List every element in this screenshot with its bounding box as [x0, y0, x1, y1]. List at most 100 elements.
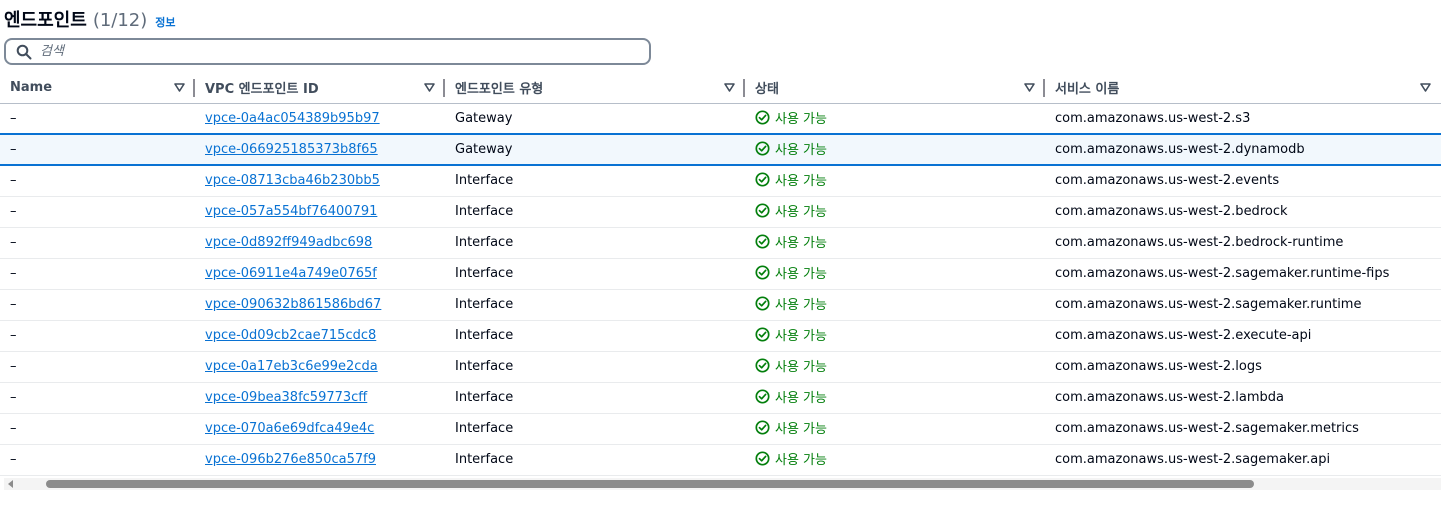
- table-row[interactable]: – vpce-0a17eb3c6e99e2cda Interface 사용 가능 com…: [0, 351, 1441, 383]
- table-row[interactable]: – vpce-06911e4a749e0765f Interface 사용 가능 com…: [0, 258, 1441, 290]
- endpoint-id-link[interactable]: vpce-0a4ac054389b95b97: [205, 111, 380, 126]
- endpoint-id-link[interactable]: vpce-08713cba46b230bb5: [205, 173, 380, 188]
- endpoint-id-link[interactable]: vpce-0d09cb2cae715cdc8: [205, 328, 376, 343]
- status-success-icon: [755, 420, 770, 435]
- scroll-left-arrow-icon[interactable]: [8, 480, 13, 488]
- table-row[interactable]: – vpce-08713cba46b230bb5 Interface 사용 가능 com…: [0, 165, 1441, 197]
- column-header-label: 서비스 이름: [1055, 82, 1120, 98]
- cell-endpoint-id: vpce-096b276e850ca57f9: [195, 444, 445, 476]
- cell-endpoint-id: vpce-0d09cb2cae715cdc8: [195, 320, 445, 352]
- status-label: 사용 가능: [775, 360, 827, 375]
- cell-endpoint-type: Interface: [445, 351, 745, 383]
- status-indicator: 사용 가능: [755, 387, 827, 406]
- endpoint-id-link[interactable]: vpce-0a17eb3c6e99e2cda: [205, 359, 378, 374]
- column-header-status[interactable]: 상태: [745, 73, 1045, 104]
- table-row[interactable]: – vpce-070a6e69dfca49e4c Interface 사용 가능 com…: [0, 413, 1441, 445]
- table-row[interactable]: – vpce-057a554bf76400791 Interface 사용 가능 com…: [0, 196, 1441, 228]
- endpoint-id-link[interactable]: vpce-06911e4a749e0765f: [205, 266, 377, 281]
- cell-endpoint-id: vpce-057a554bf76400791: [195, 196, 445, 228]
- cell-endpoint-id: vpce-0a17eb3c6e99e2cda: [195, 351, 445, 383]
- cell-status: 사용 가능: [745, 413, 1045, 445]
- endpoint-id-link[interactable]: vpce-0d892ff949adbc698: [205, 235, 372, 250]
- endpoint-id-link[interactable]: vpce-096b276e850ca57f9: [205, 452, 376, 467]
- cell-endpoint-id: vpce-066925185373b8f65: [195, 133, 445, 166]
- table-row[interactable]: – vpce-0d892ff949adbc698 Interface 사용 가능 com…: [0, 227, 1441, 259]
- status-indicator: 사용 가능: [755, 201, 827, 220]
- column-header-label: Name: [10, 80, 53, 96]
- column-header-endpoint-type[interactable]: 엔드포인트 유형: [445, 73, 745, 104]
- table-row[interactable]: – vpce-0a4ac054389b95b97 Gateway 사용 가능 com.a…: [0, 103, 1441, 135]
- endpoint-id-link[interactable]: vpce-057a554bf76400791: [205, 204, 377, 219]
- status-label: 사용 가능: [775, 174, 827, 190]
- horizontal-scrollbar[interactable]: [4, 478, 1441, 490]
- table-header-row: Name VPC 엔드포인트 ID 엔드포인트 유형 상태 서비스 이름: [0, 73, 1441, 104]
- status-label: 사용 가능: [775, 329, 827, 344]
- cell-status: 사용 가능: [745, 320, 1045, 352]
- cell-endpoint-id: vpce-0d892ff949adbc698: [195, 227, 445, 259]
- endpoint-id-link[interactable]: vpce-070a6e69dfca49e4c: [205, 421, 374, 436]
- status-label: 사용 가능: [775, 236, 827, 251]
- cell-endpoint-id: vpce-06911e4a749e0765f: [195, 258, 445, 290]
- cell-name: –: [0, 258, 195, 290]
- cell-name: –: [0, 133, 195, 166]
- column-header-name[interactable]: Name: [0, 73, 195, 104]
- cell-endpoint-id: vpce-070a6e69dfca49e4c: [195, 413, 445, 445]
- cell-name: –: [0, 227, 195, 259]
- selection-count: (1/12): [92, 10, 148, 31]
- cell-name: –: [0, 413, 195, 445]
- status-success-icon: [755, 234, 770, 249]
- endpoint-id-link[interactable]: vpce-090632b861586bd67: [205, 297, 381, 312]
- cell-status: 사용 가능: [745, 382, 1045, 414]
- cell-service-name: com.amazonaws.us-west-2.sagemaker.metric…: [1045, 413, 1441, 445]
- sort-down-icon[interactable]: [174, 82, 185, 93]
- status-indicator: 사용 가능: [755, 170, 827, 189]
- status-success-icon: [755, 296, 770, 311]
- scrollbar-thumb[interactable]: [46, 480, 1254, 488]
- cell-endpoint-type: Interface: [445, 165, 745, 197]
- status-indicator: 사용 가능: [755, 108, 827, 127]
- status-label: 사용 가능: [775, 205, 827, 220]
- sort-down-icon[interactable]: [1420, 82, 1431, 93]
- status-label: 사용 가능: [775, 422, 827, 437]
- cell-status: 사용 가능: [745, 196, 1045, 228]
- column-header-service-name[interactable]: 서비스 이름: [1045, 73, 1441, 104]
- info-link[interactable]: 정보: [155, 14, 175, 30]
- search-input[interactable]: [40, 44, 600, 59]
- cell-service-name: com.amazonaws.us-west-2.sagemaker.runtim…: [1045, 258, 1441, 290]
- table-row[interactable]: – vpce-096b276e850ca57f9 Interface 사용 가능 com…: [0, 444, 1441, 476]
- status-label: 사용 가능: [775, 267, 827, 282]
- sort-down-icon[interactable]: [724, 82, 735, 93]
- cell-service-name: com.amazonaws.us-west-2.events: [1045, 165, 1441, 197]
- status-success-icon: [755, 327, 770, 342]
- cell-status: 사용 가능: [745, 351, 1045, 383]
- cell-endpoint-id: vpce-090632b861586bd67: [195, 289, 445, 321]
- endpoint-id-link[interactable]: vpce-066925185373b8f65: [205, 142, 378, 157]
- cell-endpoint-id: vpce-09bea38fc59773cff: [195, 382, 445, 414]
- endpoint-id-link[interactable]: vpce-09bea38fc59773cff: [205, 390, 367, 405]
- cell-name: –: [0, 165, 195, 197]
- cell-status: 사용 가능: [745, 103, 1045, 135]
- cell-status: 사용 가능: [745, 289, 1045, 321]
- cell-endpoint-id: vpce-08713cba46b230bb5: [195, 165, 445, 197]
- cell-service-name: com.amazonaws.us-west-2.sagemaker.api: [1045, 444, 1441, 476]
- sort-down-icon[interactable]: [1024, 82, 1035, 93]
- status-label: 사용 가능: [775, 143, 827, 158]
- cell-service-name: com.amazonaws.us-west-2.bedrock: [1045, 196, 1441, 228]
- status-indicator: 사용 가능: [755, 232, 827, 251]
- status-label: 사용 가능: [775, 391, 827, 406]
- column-header-label: 엔드포인트 유형: [455, 82, 544, 98]
- table-row[interactable]: – vpce-090632b861586bd67 Interface 사용 가능 com…: [0, 289, 1441, 321]
- search-icon: [16, 44, 32, 60]
- sort-down-icon[interactable]: [424, 82, 435, 93]
- cell-service-name: com.amazonaws.us-west-2.sagemaker.runtim…: [1045, 289, 1441, 321]
- table-row[interactable]: – vpce-09bea38fc59773cff Interface 사용 가능 com…: [0, 382, 1441, 414]
- cell-service-name: com.amazonaws.us-west-2.execute-api: [1045, 320, 1441, 352]
- table-row[interactable]: – vpce-0d09cb2cae715cdc8 Interface 사용 가능 com…: [0, 320, 1441, 352]
- column-header-vpc-endpoint-id[interactable]: VPC 엔드포인트 ID: [195, 73, 445, 104]
- table-row[interactable]: – vpce-066925185373b8f65 Gateway 사용 가능 com.a…: [0, 133, 1441, 166]
- column-header-label: VPC 엔드포인트 ID: [205, 82, 319, 98]
- cell-endpoint-type: Interface: [445, 289, 745, 321]
- search-box[interactable]: [4, 38, 651, 65]
- cell-name: –: [0, 196, 195, 228]
- table-header: 엔드포인트 (1/12) 정보: [4, 6, 176, 31]
